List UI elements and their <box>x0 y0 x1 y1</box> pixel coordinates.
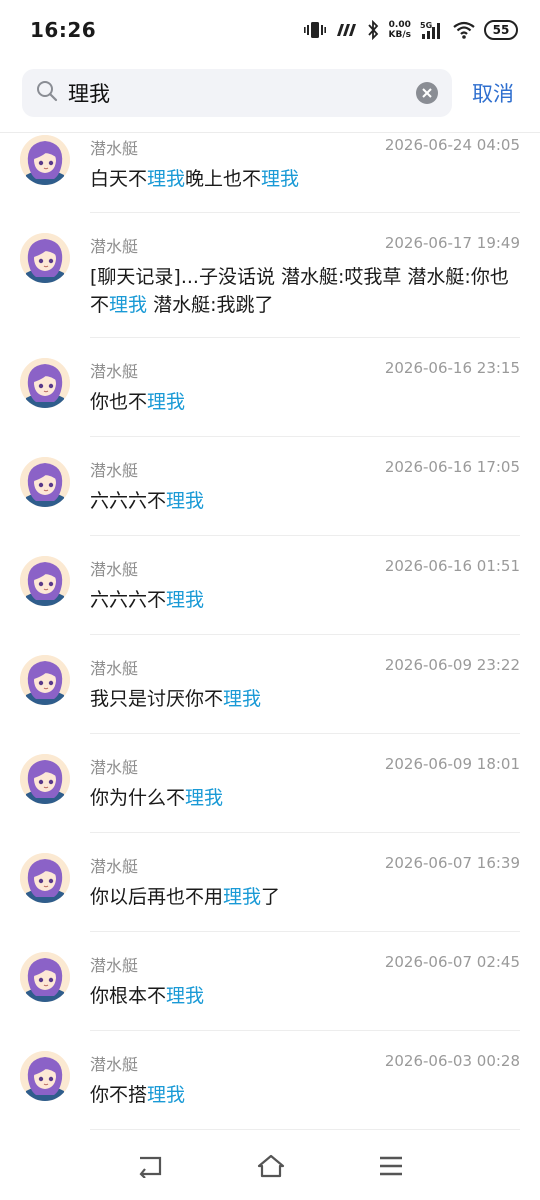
message-time: 2026-06-24 04:05 <box>384 136 520 154</box>
message-text: 六六六不理我 <box>90 586 520 614</box>
message-text-part: 六六六不 <box>90 589 167 611</box>
wifi-icon <box>453 21 475 39</box>
message-text: [聊天记录]...子没话说 潜水艇:哎我草 潜水艇:你也不理我 潜水艇:我跳了 <box>90 263 520 319</box>
keyword-highlight: 理我 <box>166 589 205 611</box>
message-text-part: 晚上也不 <box>185 168 262 190</box>
search-results-list[interactable]: 潜水艇 2026-06-24 04:05 白天不理我晚上也不理我 潜水艇 2026-0… <box>0 133 540 1133</box>
message-text-part: 六六六不 <box>90 490 167 512</box>
message-time: 2026-06-03 00:28 <box>384 1052 520 1070</box>
search-input[interactable] <box>68 81 388 105</box>
message-text-part: 你为什么不 <box>90 787 186 809</box>
message-text-part: 我只是讨厌你不 <box>90 688 224 710</box>
message-text: 白天不理我晚上也不理我 <box>90 165 520 193</box>
cellular-5g-icon: 5G <box>420 20 444 40</box>
message-text: 你以后再也不用理我了 <box>90 883 520 911</box>
avatar[interactable] <box>20 457 70 507</box>
sender-name: 潜水艇 <box>90 237 139 256</box>
message-text-part: 潜水艇:我跳了 <box>147 294 274 316</box>
sender-name: 潜水艇 <box>90 758 139 777</box>
search-icon <box>36 80 58 106</box>
message-text-part: 你不搭 <box>90 1084 148 1106</box>
message-text: 我只是讨厌你不理我 <box>90 685 520 713</box>
keyword-highlight: 理我 <box>223 688 262 710</box>
message-text: 你为什么不理我 <box>90 784 520 812</box>
message-time: 2026-06-07 16:39 <box>384 854 520 872</box>
avatar[interactable] <box>20 233 70 283</box>
keyword-highlight: 理我 <box>223 886 262 908</box>
result-item[interactable]: 潜水艇 2026-06-07 16:39 你以后再也不用理我了 <box>20 833 520 932</box>
navigation-bar <box>0 1136 540 1200</box>
menu-nav-icon[interactable] <box>378 1155 404 1181</box>
bluetooth-icon <box>366 20 380 40</box>
avatar[interactable] <box>20 655 70 705</box>
result-item[interactable]: 潜水艇 2026-06-16 23:15 你也不理我 <box>20 338 520 437</box>
avatar[interactable] <box>20 358 70 408</box>
status-time: 16:26 <box>30 18 97 42</box>
avatar[interactable] <box>20 754 70 804</box>
sender-name: 潜水艇 <box>90 659 139 678</box>
clear-icon[interactable] <box>416 82 438 104</box>
keyword-highlight: 理我 <box>147 1084 186 1106</box>
battery-indicator: 55 <box>484 20 518 40</box>
keyword-highlight: 理我 <box>185 787 224 809</box>
search-row: 取消 <box>0 68 540 118</box>
status-bar: 16:26 0.00 KB/s 5G 55 <box>0 0 540 60</box>
message-text-part: 白天不 <box>90 168 148 190</box>
keyword-highlight: 理我 <box>166 985 205 1007</box>
back-nav-icon[interactable] <box>136 1154 164 1182</box>
message-time: 2026-06-16 01:51 <box>384 557 520 575</box>
search-box[interactable] <box>22 69 452 117</box>
sender-name: 潜水艇 <box>90 857 139 876</box>
message-text-part: 你以后再也不用 <box>90 886 224 908</box>
message-text: 你根本不理我 <box>90 982 520 1010</box>
message-text: 六六六不理我 <box>90 487 520 515</box>
avatar[interactable] <box>20 135 70 185</box>
sender-name: 潜水艇 <box>90 956 139 975</box>
result-item[interactable]: 潜水艇 2026-06-16 01:51 六六六不理我 <box>20 536 520 635</box>
vibrate-icon <box>303 20 326 40</box>
message-text-part: 你也不 <box>90 391 148 413</box>
message-time: 2026-06-09 18:01 <box>384 755 520 773</box>
status-icons: 0.00 KB/s 5G 55 <box>303 20 518 40</box>
home-nav-icon[interactable] <box>256 1154 286 1182</box>
hd-signal-icon <box>335 22 357 38</box>
result-item[interactable]: 潜水艇 2026-06-07 02:45 你根本不理我 <box>20 932 520 1031</box>
sender-name: 潜水艇 <box>90 362 139 381</box>
message-time: 2026-06-16 17:05 <box>384 458 520 476</box>
message-time: 2026-06-07 02:45 <box>384 953 520 971</box>
message-time: 2026-06-16 23:15 <box>384 359 520 377</box>
keyword-highlight: 理我 <box>109 294 148 316</box>
sender-name: 潜水艇 <box>90 560 139 579</box>
result-item[interactable]: 潜水艇 2026-06-24 04:05 白天不理我晚上也不理我 <box>20 133 520 213</box>
result-item[interactable]: 潜水艇 2026-06-09 23:22 我只是讨厌你不理我 <box>20 635 520 734</box>
sender-name: 潜水艇 <box>90 461 139 480</box>
avatar[interactable] <box>20 1051 70 1101</box>
result-item[interactable]: 潜水艇 2026-06-03 00:28 你不搭理我 <box>20 1031 520 1130</box>
cancel-button[interactable]: 取消 <box>472 78 514 108</box>
keyword-highlight: 理我 <box>261 168 300 190</box>
message-text: 你也不理我 <box>90 388 520 416</box>
message-text-part: 了 <box>261 886 281 908</box>
avatar[interactable] <box>20 952 70 1002</box>
sender-name: 潜水艇 <box>90 1055 139 1074</box>
sender-name: 潜水艇 <box>90 139 139 158</box>
result-item[interactable]: 潜水艇 2026-06-16 17:05 六六六不理我 <box>20 437 520 536</box>
keyword-highlight: 理我 <box>166 490 205 512</box>
svg-text:5G: 5G <box>420 21 432 30</box>
keyword-highlight: 理我 <box>147 168 186 190</box>
message-time: 2026-06-17 19:49 <box>384 234 520 252</box>
net-speed: 0.00 KB/s <box>388 20 411 40</box>
keyword-highlight: 理我 <box>147 391 186 413</box>
message-text-part: 你根本不 <box>90 985 167 1007</box>
result-item[interactable]: 潜水艇 2026-06-09 18:01 你为什么不理我 <box>20 734 520 833</box>
message-time: 2026-06-09 23:22 <box>384 656 520 674</box>
avatar[interactable] <box>20 853 70 903</box>
avatar[interactable] <box>20 556 70 606</box>
message-text: 你不搭理我 <box>90 1081 520 1109</box>
result-item[interactable]: 潜水艇 2026-06-17 19:49 [聊天记录]...子没话说 潜水艇:哎我草… <box>20 213 520 338</box>
